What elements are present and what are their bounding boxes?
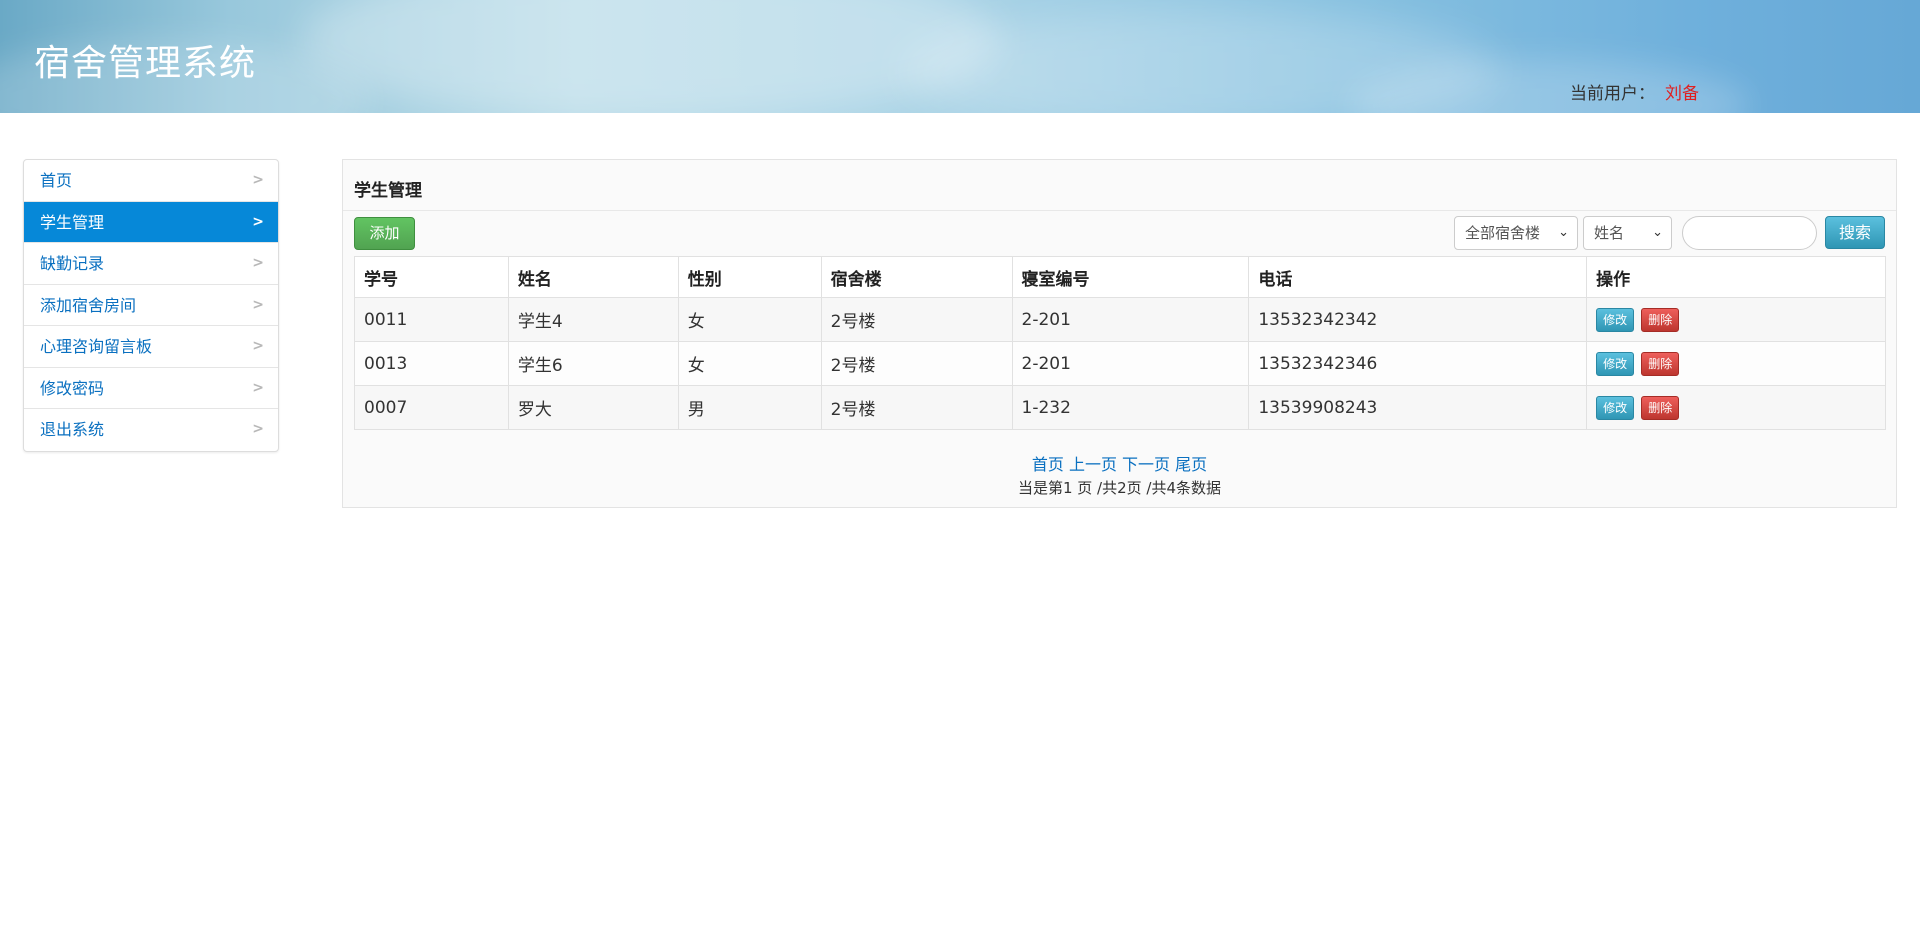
edit-button[interactable]: 修改 [1596,351,1635,376]
app-title: 宿舍管理系统 [34,43,257,84]
chevron-down-icon: ⌄ [1558,225,1569,240]
cell-student-id: 0013 [354,341,509,386]
cell-actions: 修改 删除 [1586,341,1886,386]
edit-button[interactable]: 修改 [1596,307,1635,332]
table-row: 0007 罗大 男 2号楼 1-232 13539908243 修改 删除 [354,385,1886,430]
panel-title: 学生管理 [354,181,422,201]
pagination: 首页 上一页 下一页 尾页 当是第1 页 /共2页 /共4条数据 [343,451,1896,498]
pagination-info: 当是第1 页 /共2页 /共4条数据 [1017,479,1222,497]
cell-phone: 13539908243 [1248,385,1588,430]
cell-actions: 修改 删除 [1586,297,1886,342]
table-row: 0011 学生4 女 2号楼 2-201 13532342342 修改 删除 [354,297,1886,342]
current-user-name: 刘备 [1665,84,1699,104]
search-button[interactable]: 搜索 [1825,216,1885,249]
sidebar-item-student-management[interactable]: 学生管理 > [24,201,278,243]
student-management-panel: 学生管理 添加 全部宿舍楼 ⌄ 姓名 ⌄ 搜索 学号 姓名 性别 宿舍楼 寝室编… [342,159,1897,508]
table-row: 0013 学生6 女 2号楼 2-201 13532342346 修改 删除 [354,341,1886,386]
column-header-room: 寝室编号 [1011,256,1250,298]
cell-room: 1-232 [1011,385,1250,430]
cell-phone: 13532342342 [1248,297,1588,342]
delete-button[interactable]: 删除 [1641,351,1680,376]
chevron-down-icon: ⌄ [1652,225,1663,240]
divider [343,210,1896,211]
header-banner: 宿舍管理系统 当前用户： 刘备 [0,0,1920,113]
sidebar-item-label: 添加宿舍房间 [40,295,137,315]
sidebar-item-logout[interactable]: 退出系统 > [24,409,278,451]
sidebar-item-label: 退出系统 [40,420,105,439]
cell-student-id: 0011 [354,297,509,342]
search-field-select[interactable]: 姓名 ⌄ [1583,216,1672,250]
chevron-right-icon: > [252,172,264,188]
sidebar-item-label: 心理咨询留言板 [40,337,153,356]
column-header-actions: 操作 [1586,256,1886,298]
delete-button[interactable]: 删除 [1641,307,1680,332]
sidebar-item-counseling-board[interactable]: 心理咨询留言板 > [24,326,278,368]
cell-name: 罗大 [507,385,679,430]
sidebar-item-change-password[interactable]: 修改密码 > [24,368,278,409]
cell-room: 2-201 [1011,297,1250,342]
cell-room: 2-201 [1011,341,1250,386]
sidebar-item-absence-records[interactable]: 缺勤记录 > [24,243,278,285]
sidebar-item-label: 学生管理 [40,212,105,232]
cell-gender: 男 [677,385,822,430]
chevron-right-icon: > [252,379,264,396]
chevron-right-icon: > [252,338,264,354]
current-user: 当前用户： 刘备 [1570,79,1699,104]
pager-last-link[interactable]: 尾页 [1175,455,1207,474]
sidebar-item-label: 修改密码 [40,378,105,398]
cell-name: 学生6 [507,341,679,386]
sidebar-nav: 首页 > 学生管理 > 缺勤记录 > 添加宿舍房间 > 心理咨询留言板 > 修改… [23,159,279,452]
building-select[interactable]: 全部宿舍楼 ⌄ [1454,216,1578,250]
chevron-right-icon: > [252,213,264,230]
sidebar-item-home[interactable]: 首页 > [24,160,278,202]
sidebar-item-label: 缺勤记录 [40,254,105,273]
current-user-label: 当前用户： [1570,84,1655,104]
cell-name: 学生4 [507,297,679,342]
column-header-building: 宿舍楼 [820,256,1013,298]
cell-gender: 女 [677,341,822,386]
cell-building: 2号楼 [820,297,1013,342]
cell-student-id: 0007 [354,385,509,430]
pager-next-link[interactable]: 下一页 [1122,455,1170,474]
sidebar-item-add-dorm-room[interactable]: 添加宿舍房间 > [24,285,278,326]
edit-button[interactable]: 修改 [1596,395,1635,420]
cell-phone: 13532342346 [1248,341,1588,386]
pagination-links: 首页 上一页 下一页 尾页 [343,451,1896,475]
chevron-right-icon: > [252,421,264,437]
cell-building: 2号楼 [820,385,1013,430]
delete-button[interactable]: 删除 [1641,395,1680,420]
building-select-value: 全部宿舍楼 [1465,224,1541,242]
pager-first-link[interactable]: 首页 [1032,455,1064,474]
column-header-student-id: 学号 [354,256,509,298]
cell-building: 2号楼 [820,341,1013,386]
sidebar-item-label: 首页 [40,171,73,190]
chevron-right-icon: > [252,296,264,313]
pager-prev-link[interactable]: 上一页 [1069,455,1117,474]
column-header-phone: 电话 [1248,256,1588,298]
table-header-row: 学号 姓名 性别 宿舍楼 寝室编号 电话 操作 [354,256,1886,298]
column-header-gender: 性别 [677,256,822,298]
student-table: 学号 姓名 性别 宿舍楼 寝室编号 电话 操作 0011 学生4 女 2号楼 2… [354,256,1886,430]
search-input[interactable] [1682,216,1817,250]
add-button[interactable]: 添加 [354,217,415,250]
cell-gender: 女 [677,297,822,342]
column-header-name: 姓名 [507,256,679,298]
search-field-select-value: 姓名 [1594,224,1625,242]
cell-actions: 修改 删除 [1586,385,1886,430]
chevron-right-icon: > [252,255,264,271]
